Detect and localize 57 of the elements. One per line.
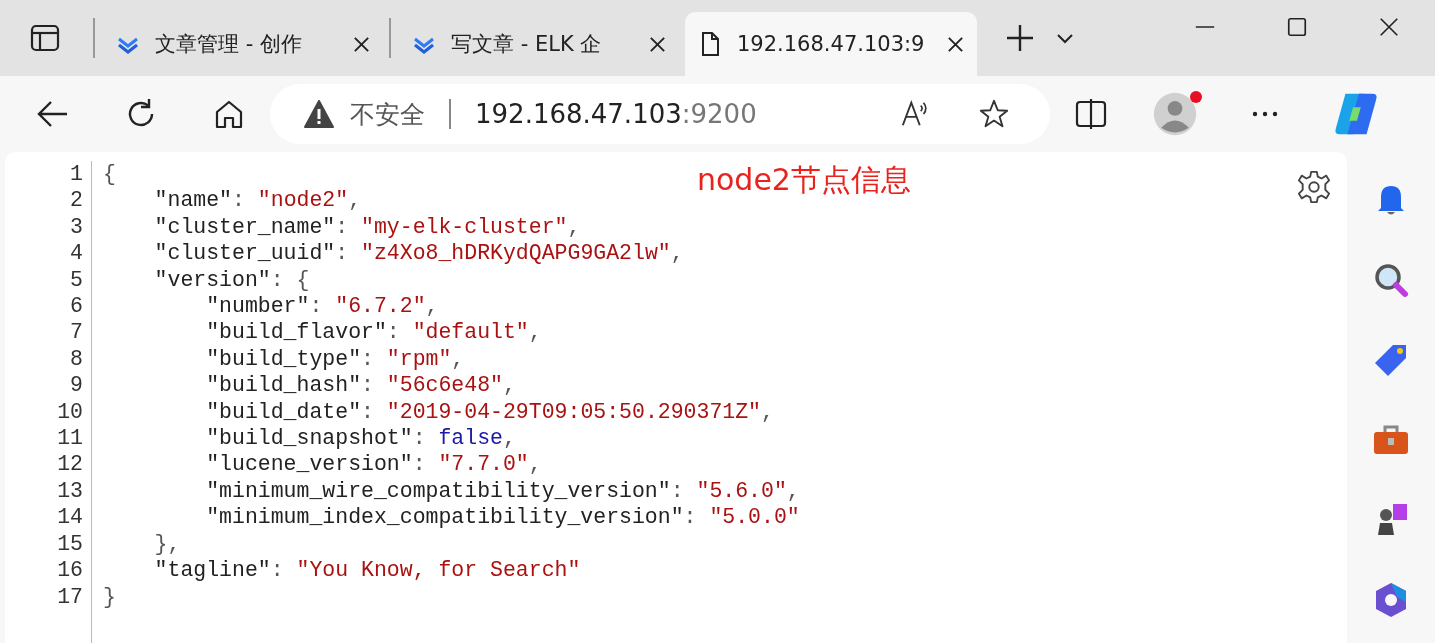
line-number: 16: [56, 557, 83, 584]
close-icon[interactable]: [1378, 16, 1400, 38]
line-number: 10: [56, 398, 83, 426]
line-number: 15: [56, 530, 83, 558]
code-line: "tagline": "You Know, for Search": [154, 557, 581, 584]
line-number: 17: [56, 583, 83, 610]
browser-tab[interactable]: 文章管理 - 创作: [103, 12, 383, 76]
url-text: 192.168.47.103:9200: [475, 99, 757, 129]
code-line: "build_snapshot": false,: [206, 425, 516, 452]
security-label[interactable]: 不安全: [350, 97, 425, 131]
line-number: 6: [69, 293, 83, 320]
profile-avatar-icon[interactable]: [1152, 91, 1198, 137]
line-number: 7: [69, 319, 83, 346]
code-line: {: [103, 161, 116, 188]
line-number: 9: [69, 372, 83, 399]
browser-tab[interactable]: 写文章 - ELK 企: [399, 12, 679, 76]
line-number: 12: [56, 451, 83, 478]
settings-icon[interactable]: [1297, 170, 1331, 204]
line-number: 1: [69, 161, 83, 188]
tab-title: 192.168.47.103:9: [737, 32, 926, 56]
notification-dot: [1190, 91, 1202, 103]
star-icon[interactable]: [978, 98, 1010, 130]
code-line: "build_type": "rpm",: [206, 345, 465, 373]
code-line: "cluster_name": "my-elk-cluster",: [154, 213, 581, 241]
code-line: "lucene_version": "7.7.0",: [206, 451, 542, 478]
code-line: "build_hash": "56c6e48",: [206, 372, 516, 399]
code-line: "name": "node2",: [154, 187, 362, 214]
code-line: "cluster_uuid": "z4Xo8_hDRKydQAPG9GA2lw",: [154, 240, 684, 267]
line-number: 11: [56, 425, 83, 452]
code-line: "minimum_index_compatibility_version": "5.0.0": [206, 504, 800, 531]
close-icon[interactable]: [946, 34, 965, 54]
code-line: },: [154, 530, 181, 558]
line-number: 13: [56, 477, 83, 505]
line-number: 3: [69, 213, 83, 241]
annotation-text: node2节点信息: [697, 161, 911, 199]
code-line: "build_date": "2019-04-29T09:05:50.290371Z",: [206, 398, 774, 426]
tab-title: 文章管理 - 创作: [155, 31, 303, 58]
code-line: "minimum_wire_compatibility_version": "5.6.0",: [206, 477, 800, 505]
code-line: "version": {: [154, 266, 310, 294]
new-tab-icon[interactable]: [1005, 23, 1035, 53]
split-screen-icon[interactable]: [1074, 97, 1108, 131]
line-number: 4: [69, 240, 83, 267]
warning-icon: [304, 100, 334, 128]
close-icon[interactable]: [352, 34, 371, 54]
line-number: 8: [69, 345, 83, 373]
browser-tab[interactable]: 192.168.47.103:9: [685, 12, 977, 76]
code-line: "build_flavor": "default",: [206, 319, 542, 346]
code-line: }: [103, 583, 116, 610]
maximize-icon[interactable]: [1286, 16, 1308, 38]
code-line: "number": "6.7.2",: [206, 293, 439, 320]
line-number: 2: [69, 187, 83, 214]
line-number: 5: [69, 266, 83, 294]
address-bar[interactable]: 不安全 192.168.47.103:9200: [270, 84, 1050, 144]
tab-title: 写文章 - ELK 企: [451, 31, 603, 58]
tab-actions-icon[interactable]: [30, 23, 60, 53]
line-number: 14: [56, 504, 83, 531]
close-icon[interactable]: [648, 34, 667, 54]
